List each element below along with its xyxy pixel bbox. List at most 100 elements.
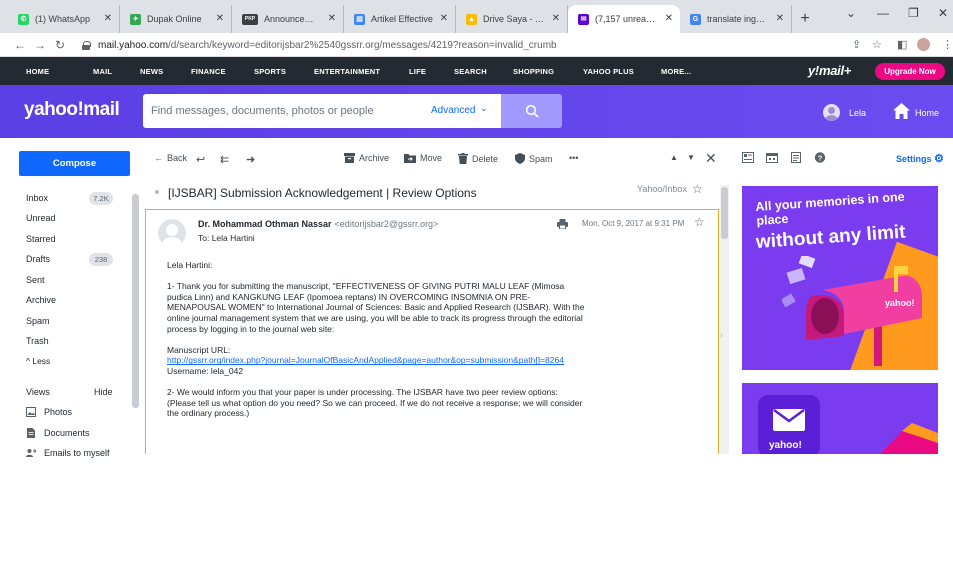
- folder-spam[interactable]: Spam: [26, 316, 50, 326]
- home-icon[interactable]: [893, 103, 910, 119]
- recipient-line: To: Lela Hartini: [198, 233, 255, 243]
- manuscript-url-link[interactable]: http://gssrr.org/index.php?journal=Journ…: [167, 355, 564, 365]
- home-link[interactable]: Home: [915, 108, 939, 118]
- help-icon[interactable]: ?: [814, 152, 826, 163]
- sidepanel-icon[interactable]: ◧: [897, 38, 907, 51]
- minimize-icon[interactable]: —: [877, 6, 889, 20]
- yahoo-mail-logo[interactable]: yahoo!mail: [24, 99, 120, 121]
- archive-button[interactable]: Archive: [344, 153, 389, 163]
- browser-tab[interactable]: ▤ Artikel Effective ✕: [344, 5, 456, 33]
- sender-email[interactable]: <editorijsbar2@gssrr.org>: [335, 219, 439, 229]
- back-arrow-icon[interactable]: ←: [10, 38, 30, 52]
- top-nav-search[interactable]: SEARCH: [454, 67, 487, 76]
- tab-close-icon[interactable]: ✕: [665, 13, 673, 24]
- spam-button[interactable]: Spam: [515, 153, 553, 164]
- star-icon[interactable]: ☆: [694, 215, 705, 229]
- upgrade-now-button[interactable]: Upgrade Now: [875, 63, 945, 80]
- folder-sent[interactable]: Sent: [26, 275, 45, 285]
- yahoo-mail-plus-logo[interactable]: y!mail+: [808, 63, 851, 78]
- folder-tag[interactable]: Yahoo/Inbox: [637, 184, 687, 194]
- tab-close-icon[interactable]: ✕: [216, 13, 224, 24]
- profile-avatar-icon[interactable]: [917, 38, 930, 51]
- tab-close-icon[interactable]: ✕: [104, 13, 112, 24]
- search-input[interactable]: [151, 105, 421, 117]
- reload-icon[interactable]: ↻: [50, 38, 70, 52]
- reply-all-icon[interactable]: ⇇: [220, 153, 229, 166]
- top-nav-shopping[interactable]: SHOPPING: [513, 67, 554, 76]
- view-emails-to-myself[interactable]: Emails to myself: [26, 448, 110, 458]
- folder-archive[interactable]: Archive: [26, 295, 56, 305]
- move-button[interactable]: Move: [404, 153, 442, 163]
- browser-tab[interactable]: Gtranslate inggris ✕: [680, 5, 792, 33]
- user-name[interactable]: Lela: [849, 108, 866, 118]
- lock-icon[interactable]: [82, 40, 91, 50]
- message-scrollbar[interactable]: [720, 185, 729, 454]
- browser-tab[interactable]: ✉ (7,157 unread) - l ✕: [568, 5, 680, 33]
- advertisement-banner-2[interactable]: yahoo!: [742, 383, 938, 454]
- top-nav-home[interactable]: HOME: [26, 67, 49, 76]
- user-avatar[interactable]: [823, 104, 840, 121]
- tab-close-icon[interactable]: ✕: [552, 13, 560, 24]
- folder-inbox[interactable]: Inbox: [26, 193, 48, 203]
- more-actions-button[interactable]: •••: [569, 153, 578, 163]
- message-scrollbar-thumb[interactable]: [721, 187, 728, 239]
- top-nav-more[interactable]: MORE...: [661, 67, 691, 76]
- kebab-menu-icon[interactable]: ⋮: [942, 38, 953, 51]
- maximize-icon[interactable]: ❐: [908, 6, 919, 20]
- less-toggle[interactable]: ^ Less: [26, 356, 50, 366]
- folder-trash[interactable]: Trash: [26, 336, 49, 346]
- hide-views-link[interactable]: Hide: [94, 387, 113, 397]
- top-nav-finance[interactable]: FINANCE: [191, 67, 226, 76]
- top-nav-life[interactable]: LIFE: [409, 67, 426, 76]
- view-label: Documents: [44, 428, 90, 438]
- home-icon: ⌂: [14, 64, 21, 75]
- shield-icon: [515, 153, 525, 164]
- tab-close-icon[interactable]: ✕: [776, 13, 784, 24]
- view-photos[interactable]: Photos: [26, 407, 72, 417]
- top-nav-yahoo-plus[interactable]: YAHOO PLUS: [583, 67, 634, 76]
- ad-brand-text: yahoo!: [885, 298, 915, 308]
- contacts-icon[interactable]: [742, 152, 754, 163]
- back-button[interactable]: ← Back: [154, 153, 187, 163]
- folder-drafts[interactable]: Drafts: [26, 254, 50, 264]
- browser-tab[interactable]: PKP Announcements ✕: [232, 5, 344, 33]
- tab-close-icon[interactable]: ✕: [328, 13, 336, 24]
- browser-tab[interactable]: ▲ Drive Saya - Goo ✕: [456, 5, 568, 33]
- previous-message-icon[interactable]: ▲: [670, 153, 678, 162]
- top-nav-entertainment[interactable]: ENTERTAINMENT: [314, 67, 380, 76]
- forward-arrow-icon[interactable]: →: [30, 38, 50, 52]
- collapse-panel-icon[interactable]: ›: [720, 330, 723, 340]
- top-nav-sports[interactable]: SPORTS: [254, 67, 286, 76]
- sender-name[interactable]: Dr. Mohammad Othman Nassar: [198, 219, 332, 229]
- search-button[interactable]: [501, 94, 562, 128]
- chevron-down-icon[interactable]: ⌄: [480, 103, 488, 114]
- notepad-icon[interactable]: [790, 152, 802, 163]
- url-field[interactable]: mail.yahoo.com/d/search/keyword=editorij…: [82, 36, 852, 54]
- delete-button[interactable]: Delete: [458, 153, 498, 164]
- advertisement-banner[interactable]: All your memories in one place without a…: [742, 186, 938, 370]
- forward-icon[interactable]: ➜: [246, 153, 255, 166]
- calendar-icon[interactable]: [766, 152, 778, 163]
- browser-tab[interactable]: ✆ (1) WhatsApp ✕: [8, 5, 120, 33]
- new-tab-icon[interactable]: +: [792, 5, 818, 33]
- settings-link[interactable]: Settings ⚙: [896, 152, 944, 165]
- bookmark-star-icon[interactable]: ☆: [872, 38, 882, 51]
- star-icon[interactable]: ☆: [692, 182, 703, 196]
- browser-tab[interactable]: ✦ Dupak Online ✕: [120, 5, 232, 33]
- close-message-icon[interactable]: ✕: [705, 150, 717, 167]
- view-documents[interactable]: Documents: [26, 428, 90, 438]
- share-icon[interactable]: ⇪: [852, 38, 861, 51]
- advanced-search-link[interactable]: Advanced: [431, 105, 475, 116]
- print-icon[interactable]: [557, 219, 568, 229]
- tab-close-icon[interactable]: ✕: [440, 13, 448, 24]
- sidebar-scrollbar[interactable]: [132, 194, 139, 408]
- folder-starred[interactable]: Starred: [26, 234, 56, 244]
- tab-search-icon[interactable]: ⌄: [846, 6, 856, 20]
- reply-icon[interactable]: ↩: [196, 153, 205, 166]
- next-message-icon[interactable]: ▼: [687, 153, 695, 162]
- folder-unread[interactable]: Unread: [26, 213, 56, 223]
- window-close-icon[interactable]: ✕: [938, 6, 948, 20]
- top-nav-news[interactable]: NEWS: [140, 67, 163, 76]
- compose-button[interactable]: Compose: [19, 151, 130, 176]
- top-nav-mail[interactable]: MAIL: [93, 67, 112, 76]
